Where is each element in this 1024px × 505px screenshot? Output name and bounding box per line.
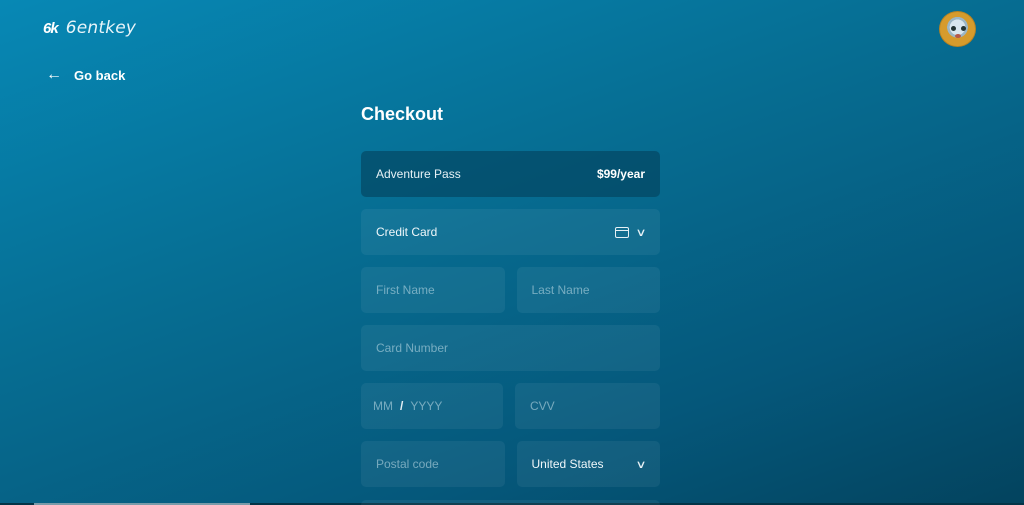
last-name-placeholder: Last Name xyxy=(531,283,590,297)
expiry-year-placeholder: YYYY xyxy=(410,399,443,413)
payment-method-select[interactable]: Credit Card ∨ xyxy=(361,209,660,255)
cvv-placeholder: CVV xyxy=(530,399,555,413)
product-name: Adventure Pass xyxy=(376,167,461,181)
expiry-input[interactable]: MM / YYYY xyxy=(361,383,503,429)
credit-card-icon xyxy=(614,226,629,238)
go-back-label: Go back xyxy=(74,67,126,83)
first-name-placeholder: First Name xyxy=(376,283,435,297)
checkout-form: Adventure Pass $99/year Credit Card ∨ Fi… xyxy=(361,151,660,487)
expiry-month-placeholder: MM xyxy=(373,399,393,413)
first-name-input[interactable]: First Name xyxy=(361,267,505,313)
user-avatar[interactable] xyxy=(939,11,976,47)
page-title: Checkout xyxy=(361,104,444,124)
go-back-link[interactable]: ← Go back xyxy=(46,67,125,83)
postal-code-placeholder: Postal code xyxy=(376,457,439,471)
chevron-down-icon: ∨ xyxy=(635,458,647,471)
logo-text: 6entkey xyxy=(65,18,137,38)
card-number-input[interactable]: Card Number xyxy=(361,325,660,371)
arrow-left-icon: ← xyxy=(46,66,62,83)
chevron-down-icon: ∨ xyxy=(635,226,647,239)
country-select[interactable]: United States ∨ xyxy=(516,441,660,487)
cvv-input[interactable]: CVV xyxy=(515,383,660,429)
next-field-partial[interactable] xyxy=(361,500,660,505)
last-name-input[interactable]: Last Name xyxy=(516,267,660,313)
expiry-separator: / xyxy=(400,399,404,413)
logo-mark-icon: 6k xyxy=(43,19,59,37)
brand-logo[interactable]: 6k 6entkey xyxy=(43,18,136,38)
order-summary: Adventure Pass $99/year xyxy=(361,151,660,197)
country-value: United States xyxy=(531,457,604,471)
payment-method-value: Credit Card xyxy=(376,225,438,239)
product-price: $99/year xyxy=(596,167,645,181)
card-number-placeholder: Card Number xyxy=(376,341,449,355)
postal-code-input[interactable]: Postal code xyxy=(361,441,505,487)
